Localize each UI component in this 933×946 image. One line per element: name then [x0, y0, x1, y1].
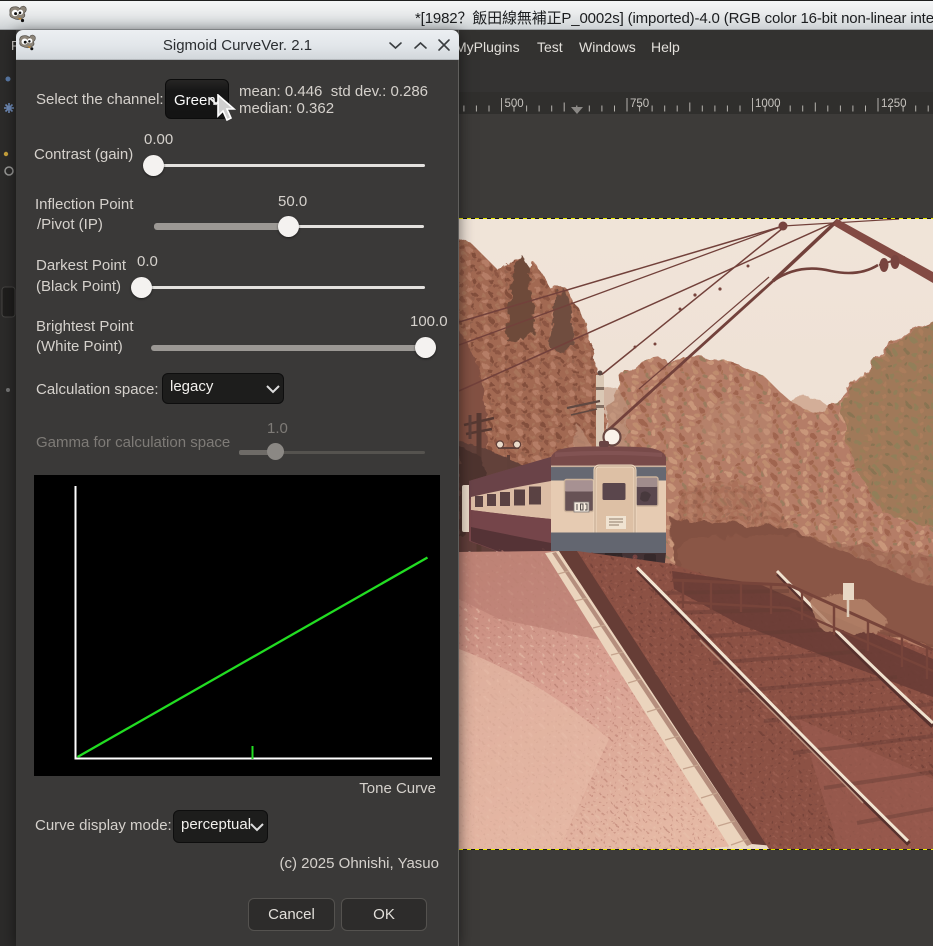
svg-text:500: 500	[505, 98, 524, 110]
svg-text:1000: 1000	[755, 98, 781, 110]
svg-text:1250: 1250	[881, 98, 907, 110]
svg-text:750: 750	[630, 98, 649, 110]
